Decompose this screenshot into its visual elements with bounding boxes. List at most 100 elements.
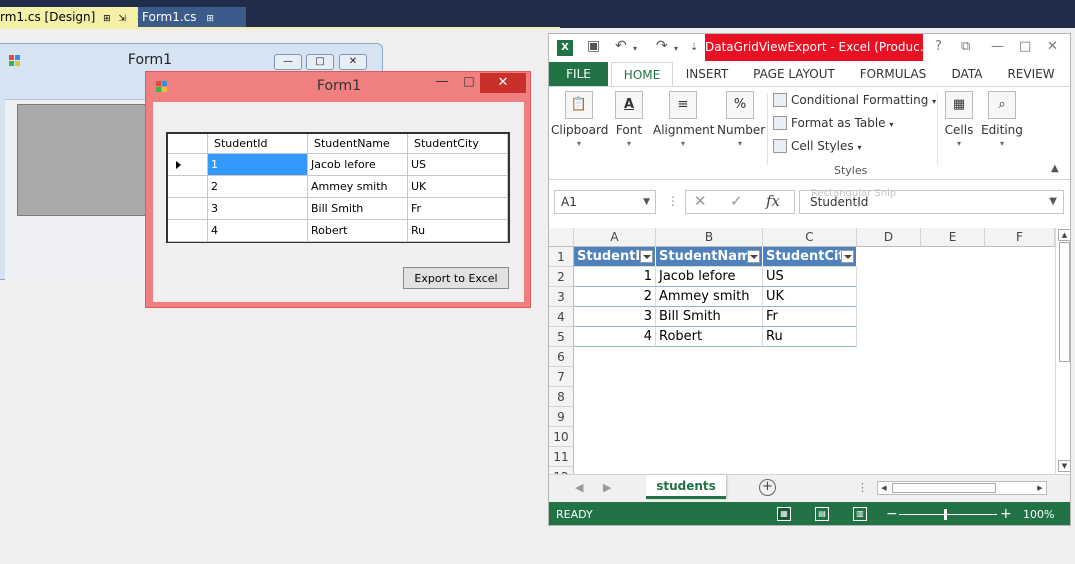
table-cell[interactable]: Ru — [763, 327, 857, 347]
maximize-button[interactable]: □ — [1019, 39, 1031, 54]
table-cell[interactable]: UK — [763, 287, 857, 307]
row-header[interactable] — [168, 154, 208, 176]
vertical-scrollbar[interactable]: ▲ ▼ — [1055, 228, 1070, 474]
scroll-thumb[interactable] — [892, 483, 996, 493]
insert-function-icon[interactable]: fx — [766, 192, 780, 210]
table-header-cell[interactable]: StudentId — [574, 247, 656, 267]
grid-cell[interactable]: US — [408, 154, 508, 176]
row-header-4[interactable]: 4 — [549, 307, 574, 327]
minimize-button[interactable]: — — [991, 39, 1004, 54]
column-header-b[interactable]: B — [656, 228, 763, 247]
column-header-studentid[interactable]: StudentId — [208, 134, 308, 154]
add-sheet-icon[interactable]: + — [759, 479, 776, 496]
table-cell[interactable]: 4 — [574, 327, 656, 347]
conditional-formatting-button[interactable]: Conditional Formatting ▾ — [773, 93, 936, 107]
row-header[interactable] — [168, 198, 208, 220]
chevron-down-icon[interactable]: ▼ — [643, 191, 650, 213]
dock-icon[interactable]: ⇲ — [119, 14, 127, 24]
help-icon[interactable]: ? — [935, 39, 942, 54]
row-header[interactable] — [168, 220, 208, 242]
row-header-2[interactable]: 2 — [549, 267, 574, 287]
row-header-11[interactable]: 11 — [549, 447, 574, 467]
clipboard-group[interactable]: 📋 Clipboard ▾ — [551, 91, 608, 148]
grid-cell[interactable]: Robert — [308, 220, 408, 242]
cells-group[interactable]: ▦ Cells ▾ — [941, 91, 977, 148]
worksheet-grid[interactable]: A B C D E F 1 2 3 4 5 6 7 8 9 10 11 12 S… — [549, 228, 1070, 474]
table-cell[interactable]: Jacob lefore — [656, 267, 763, 287]
select-all-corner[interactable] — [549, 228, 574, 247]
scroll-up-icon[interactable]: ▲ — [1058, 229, 1070, 241]
page-layout-view-icon[interactable]: ▤ — [815, 507, 829, 521]
grid-cell[interactable]: 2 — [208, 176, 308, 198]
minimize-button[interactable]: — — [431, 74, 453, 92]
column-header-d[interactable]: D — [857, 228, 921, 247]
grid-cell[interactable]: Bill Smith — [308, 198, 408, 220]
row-header-9[interactable]: 9 — [549, 407, 574, 427]
close-button[interactable]: ✕ — [480, 73, 526, 93]
row-header-3[interactable]: 3 — [549, 287, 574, 307]
column-header-studentname[interactable]: StudentName — [308, 134, 408, 154]
tab-home[interactable]: HOME — [611, 62, 673, 86]
zoom-level[interactable]: 100% — [1023, 502, 1054, 525]
grid-cell[interactable]: Ammey smith — [308, 176, 408, 198]
table-cell[interactable]: Robert — [656, 327, 763, 347]
zoom-slider-thumb[interactable] — [944, 509, 947, 520]
collapse-ribbon-icon[interactable]: ▲ — [1051, 163, 1059, 174]
grid-cell[interactable]: Fr — [408, 198, 508, 220]
font-group[interactable]: A Font ▾ — [611, 91, 647, 148]
name-box[interactable]: A1 ▼ — [554, 190, 656, 214]
grid-cell[interactable]: 1 — [208, 154, 308, 176]
enter-icon[interactable]: ✓ — [730, 192, 743, 210]
row-header-1[interactable]: 1 — [549, 247, 574, 267]
table-cell[interactable]: 1 — [574, 267, 656, 287]
column-header-e[interactable]: E — [921, 228, 985, 247]
table-cell[interactable]: Ammey smith — [656, 287, 763, 307]
tab-form1-cs[interactable]: Form1.cs ⊞ — [138, 7, 246, 27]
prev-sheet-icon[interactable]: ◀ — [575, 481, 583, 494]
cancel-icon[interactable]: ✕ — [694, 192, 707, 210]
row-header-7[interactable]: 7 — [549, 367, 574, 387]
expand-formula-icon[interactable]: ▼ — [1049, 191, 1057, 213]
column-header-f[interactable]: F — [985, 228, 1055, 247]
table-header-cell[interactable]: StudentCity — [763, 247, 857, 267]
filter-dropdown-icon[interactable] — [747, 250, 760, 263]
sheet-options-icon[interactable]: ⋮ — [857, 481, 868, 494]
row-header-10[interactable]: 10 — [549, 427, 574, 447]
grid-cell[interactable]: 4 — [208, 220, 308, 242]
pin-icon[interactable]: ⊞ — [103, 14, 111, 24]
next-sheet-icon[interactable]: ▶ — [603, 481, 611, 494]
grid-corner-header[interactable] — [168, 134, 208, 154]
scroll-thumb[interactable] — [1059, 242, 1070, 362]
column-header-c[interactable]: C — [763, 228, 857, 247]
filter-dropdown-icon[interactable] — [640, 250, 653, 263]
filter-dropdown-icon[interactable] — [841, 250, 854, 263]
page-break-view-icon[interactable]: ▥ — [853, 507, 867, 521]
column-header-studentcity[interactable]: StudentCity — [408, 134, 508, 154]
customize-toolbar-icon[interactable]: ⇣ — [690, 42, 698, 53]
minimize-button[interactable]: — — [274, 54, 302, 70]
tab-formulas[interactable]: FORMULAS — [851, 62, 935, 86]
scroll-right-icon[interactable]: ▶ — [1034, 482, 1046, 494]
row-header-8[interactable]: 8 — [549, 387, 574, 407]
zoom-out-icon[interactable]: − — [886, 502, 898, 525]
tab-file[interactable]: FILE — [549, 62, 608, 86]
zoom-slider[interactable] — [899, 514, 997, 515]
table-cell[interactable]: US — [763, 267, 857, 287]
zoom-in-icon[interactable]: + — [1000, 502, 1012, 525]
row-header-12[interactable]: 12 — [549, 467, 574, 474]
table-cell[interactable]: 2 — [574, 287, 656, 307]
student-datagridview[interactable]: StudentId StudentName StudentCity 1 Jaco… — [166, 132, 510, 243]
pin-icon[interactable]: ⊞ — [206, 14, 214, 24]
ribbon-display-icon[interactable]: ⧉ — [961, 39, 970, 54]
maximize-button[interactable]: □ — [306, 54, 334, 70]
save-icon[interactable]: ▣ — [587, 38, 600, 54]
scroll-down-icon[interactable]: ▼ — [1058, 460, 1070, 472]
tab-data[interactable]: DATA — [941, 62, 993, 86]
table-cell[interactable]: Fr — [763, 307, 857, 327]
horizontal-scrollbar[interactable]: ◀ ▶ — [877, 481, 1047, 495]
table-cell[interactable]: 3 — [574, 307, 656, 327]
row-header-5[interactable]: 5 — [549, 327, 574, 347]
grid-cell[interactable]: UK — [408, 176, 508, 198]
close-button[interactable]: ✕ — [339, 54, 367, 70]
table-header-cell[interactable]: StudentName — [656, 247, 763, 267]
